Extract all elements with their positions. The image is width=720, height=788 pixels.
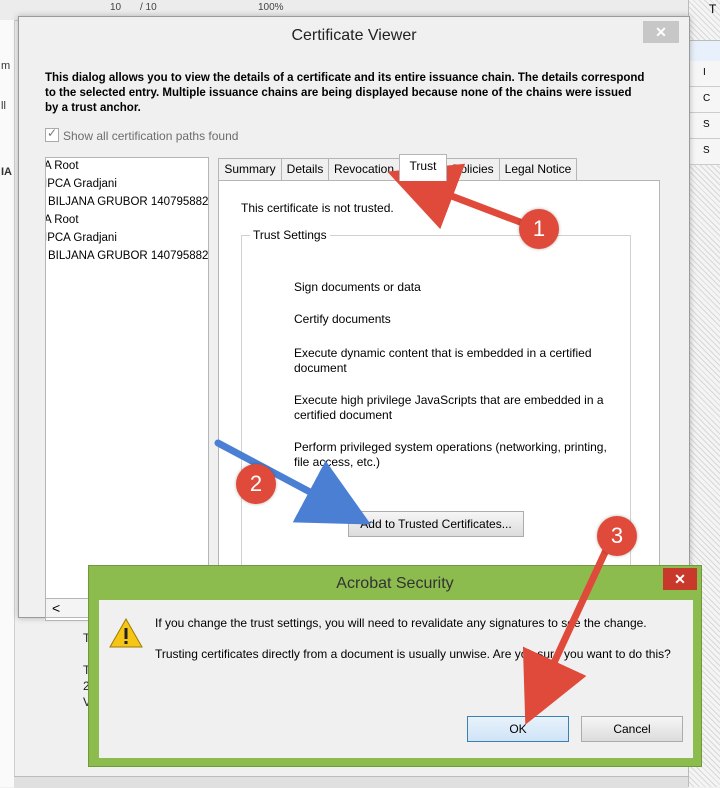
tab-summary[interactable]: Summary xyxy=(218,158,282,180)
ok-button[interactable]: OK xyxy=(467,716,569,742)
step-badge-2: 2 xyxy=(236,464,276,504)
tab-policies[interactable]: Policies xyxy=(446,158,500,180)
trust-status: This certificate is not trusted. xyxy=(241,201,394,215)
dialog-body: If you change the trust settings, you wi… xyxy=(99,600,693,758)
tree-item[interactable]: A Root xyxy=(46,160,79,172)
right-panel-row[interactable]: C xyxy=(689,87,720,113)
step-badge-3: 3 xyxy=(597,516,637,556)
permission-item: Execute dynamic content that is embedded… xyxy=(294,346,592,375)
tab-revocation[interactable]: Revocation xyxy=(328,158,400,180)
tree-item[interactable]: BILJANA GRUBOR 1407958825 xyxy=(48,250,208,262)
warning-icon xyxy=(109,618,143,648)
tree-item[interactable]: A Root xyxy=(46,214,79,226)
permission-item: Sign documents or data xyxy=(294,280,421,294)
step-badge-1: 1 xyxy=(519,209,559,249)
show-all-paths-checkbox[interactable]: Show all certification paths found xyxy=(45,126,239,143)
tab-trust[interactable]: Trust xyxy=(399,154,447,181)
left-partial-text: m xyxy=(1,60,11,72)
add-to-trusted-certificates-button[interactable]: Add to Trusted Certificates... xyxy=(348,511,524,537)
right-panel-title: T xyxy=(709,2,717,16)
close-button[interactable]: ✕ xyxy=(643,21,679,43)
right-panel-row[interactable]: I xyxy=(689,61,720,87)
dialog-title: Acrobat Security xyxy=(336,575,454,592)
right-panel-row[interactable]: S xyxy=(689,113,720,139)
tree-item[interactable]: IPCA Gradjani xyxy=(46,232,117,244)
acrobat-security-dialog: Acrobat Security ✕ If you change the tru… xyxy=(88,565,702,767)
left-partial-text: ll xyxy=(1,100,6,112)
left-partial-text: IA xyxy=(1,166,12,178)
tab-details[interactable]: Details xyxy=(281,158,329,180)
tab-legal-notice[interactable]: Legal Notice xyxy=(499,158,577,180)
close-button[interactable]: ✕ xyxy=(663,568,697,590)
tree-item[interactable]: BILJANA GRUBOR 1407958825 xyxy=(48,196,208,208)
permission-item: Perform privileged system operations (ne… xyxy=(294,440,607,469)
right-panel-row[interactable]: S xyxy=(689,139,720,165)
dialog-title: Certificate Viewer xyxy=(291,27,417,44)
scroll-left-icon[interactable]: < xyxy=(52,600,60,616)
dialog-description: This dialog allows you to view the detai… xyxy=(45,72,645,114)
page-number: 10 xyxy=(110,2,122,13)
cancel-button[interactable]: Cancel xyxy=(581,716,683,742)
checkbox-label: Show all certification paths found xyxy=(63,129,239,143)
zoom-level: 100% xyxy=(258,2,284,13)
page-count: / 10 xyxy=(140,2,157,13)
warning-message: If you change the trust settings, you wi… xyxy=(155,616,647,630)
permission-item: Certify documents xyxy=(294,312,391,326)
background-left-panel: m ll IA xyxy=(0,20,15,787)
permission-item: Execute high privilege JavaScripts that … xyxy=(294,393,604,422)
trust-settings-label: Trust Settings xyxy=(250,228,330,242)
trust-tab-panel: This certificate is not trusted. Trust S… xyxy=(218,180,660,622)
confirmation-message: Trusting certificates directly from a do… xyxy=(155,647,671,661)
background-status-bar xyxy=(14,776,688,788)
certificate-chain-tree[interactable]: A Root IPCA Gradjani BILJANA GRUBOR 1407… xyxy=(45,157,209,621)
certificate-viewer-dialog: Certificate Viewer ✕ This dialog allows … xyxy=(18,16,690,709)
checkbox-icon[interactable] xyxy=(45,126,59,142)
right-panel-header xyxy=(689,40,720,62)
tree-item[interactable]: IPCA Gradjani xyxy=(46,178,117,190)
